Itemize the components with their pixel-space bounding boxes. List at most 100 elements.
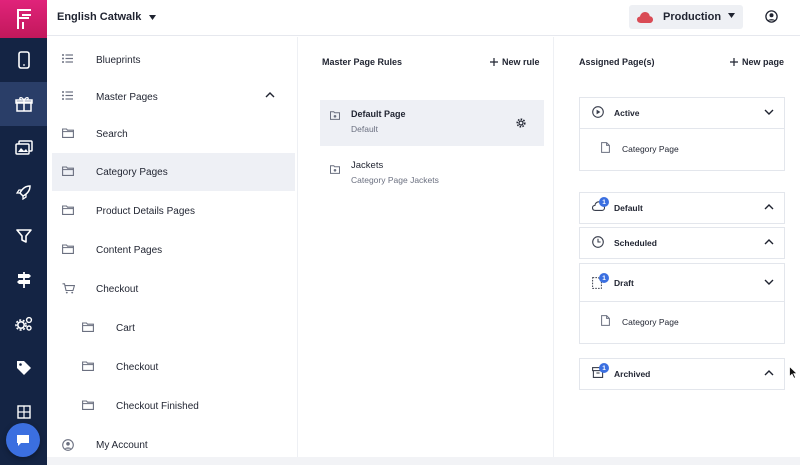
rail-filters[interactable] — [0, 214, 47, 258]
group-label: Draft — [614, 278, 634, 288]
plus-icon — [730, 58, 738, 66]
assigned-page-label: Category Page — [622, 317, 679, 327]
nav-item-label: Checkout — [96, 283, 139, 295]
document-icon — [601, 142, 610, 153]
rocket-icon — [15, 185, 31, 200]
rule-item-jackets[interactable]: Jackets Category Page Jackets — [320, 154, 544, 200]
count-badge: 1 — [599, 363, 609, 373]
group-header[interactable]: Active — [580, 98, 784, 128]
folder-icon — [82, 400, 94, 410]
nav-item-blueprints[interactable]: Blueprints — [52, 41, 295, 79]
group-header[interactable]: 1 Archived — [580, 359, 784, 389]
nav-item-label: Checkout Finished — [116, 400, 199, 412]
group-active: Active Category Page — [579, 97, 785, 171]
nav-item-label: Cart — [116, 322, 135, 334]
assigned-page-row[interactable]: Category Page — [580, 128, 784, 170]
nav-item-cart[interactable]: Cart — [52, 309, 295, 347]
folder-icon — [62, 244, 74, 254]
assigned-page-row[interactable]: Category Page — [580, 301, 784, 343]
gift-icon — [14, 97, 33, 112]
cart-icon — [62, 283, 75, 294]
new-page-button[interactable]: New page — [730, 57, 784, 67]
rule-title: Default Page — [351, 109, 406, 119]
nav-item-label: Product Details Pages — [96, 205, 195, 217]
rail-deploy[interactable] — [0, 170, 47, 214]
nav-item-label: Content Pages — [96, 244, 163, 256]
folder-star-icon — [330, 165, 340, 174]
grid-icon — [16, 405, 31, 419]
nav-item-label: Search — [96, 128, 128, 140]
new-page-label: New page — [742, 57, 785, 67]
group-archived: 1 Archived — [579, 358, 785, 390]
group-label: Scheduled — [614, 238, 657, 248]
rail-media[interactable] — [0, 126, 47, 170]
group-header[interactable]: 1 Draft — [580, 264, 784, 301]
new-rule-button[interactable]: New rule — [490, 57, 540, 67]
nav-item-product-details-pages[interactable]: Product Details Pages — [52, 192, 295, 230]
group-draft: 1 Draft Category Page — [579, 263, 785, 344]
horizontal-scrollbar[interactable] — [47, 457, 800, 465]
nav-item-master-pages[interactable]: Master Pages — [52, 78, 295, 116]
nav-item-checkout-step[interactable]: Checkout — [52, 348, 295, 386]
nav-item-content-pages[interactable]: Content Pages — [52, 231, 295, 269]
nav-item-checkout-finished[interactable]: Checkout Finished — [52, 387, 295, 425]
nav-item-label: Blueprints — [96, 54, 141, 66]
assigned-pages-panel: Assigned Page(s) New page Active Categor… — [553, 37, 800, 457]
user-menu[interactable] — [765, 10, 778, 28]
mobile-icon — [17, 51, 30, 69]
environment-selector[interactable]: Production — [629, 5, 743, 29]
assigned-page-label: Category Page — [622, 144, 679, 154]
chat-button[interactable] — [6, 423, 40, 457]
rail-mobile[interactable] — [0, 38, 47, 82]
clock-icon — [592, 236, 604, 248]
nav-item-checkout[interactable]: Checkout — [52, 270, 295, 308]
tag-icon — [16, 361, 31, 375]
group-label: Active — [614, 108, 640, 118]
chevron-up-icon — [764, 239, 774, 245]
environment-label: Production — [663, 11, 722, 23]
site-selector[interactable]: English Catwalk — [57, 11, 157, 23]
nav-item-label: Checkout — [116, 361, 159, 373]
app-logo[interactable] — [0, 0, 47, 38]
rule-item-default-page[interactable]: Default Page Default — [320, 100, 544, 146]
list-icon — [62, 91, 73, 100]
chevron-up-icon — [764, 370, 774, 376]
nav-item-label: Master Pages — [96, 91, 158, 103]
rail-pages[interactable] — [0, 82, 47, 126]
chevron-up-icon — [764, 204, 774, 210]
rail-settings[interactable] — [0, 302, 47, 346]
folder-star-icon — [330, 111, 340, 120]
folder-icon — [62, 166, 74, 176]
new-rule-label: New rule — [502, 57, 540, 67]
chevron-up-icon[interactable] — [265, 92, 275, 98]
gear-icon[interactable] — [516, 118, 526, 128]
chevron-down-icon — [764, 279, 774, 285]
chat-icon — [17, 434, 29, 446]
list-icon — [62, 54, 73, 63]
group-label: Archived — [614, 369, 651, 379]
icon-rail — [0, 0, 47, 465]
nav-item-category-pages[interactable]: Category Pages — [52, 153, 295, 191]
group-header[interactable]: Scheduled — [580, 228, 784, 258]
group-default: 1 Default — [579, 192, 785, 224]
rule-subtitle: Category Page Jackets — [351, 175, 439, 185]
rail-navigation[interactable] — [0, 258, 47, 302]
site-name: English Catwalk — [57, 11, 142, 23]
cloud-icon — [637, 11, 653, 23]
rail-tags[interactable] — [0, 346, 47, 390]
caret-down-icon — [728, 13, 735, 18]
folder-icon — [82, 322, 94, 332]
rule-title: Jackets — [351, 160, 384, 171]
assigned-title: Assigned Page(s) — [579, 57, 655, 67]
caret-down-icon — [149, 14, 157, 20]
images-icon — [14, 140, 33, 155]
nav-item-label: Category Pages — [96, 166, 168, 178]
master-pages-tree: Blueprints Master Pages Search Category … — [47, 37, 297, 457]
folder-icon — [62, 128, 74, 138]
user-circle-icon — [765, 10, 778, 23]
document-icon — [601, 315, 610, 326]
nav-item-search[interactable]: Search — [52, 115, 295, 153]
play-circle-icon — [592, 106, 604, 118]
group-header[interactable]: 1 Default — [580, 193, 784, 223]
master-page-rules-panel: Master Page Rules New rule Default Page … — [297, 37, 553, 457]
